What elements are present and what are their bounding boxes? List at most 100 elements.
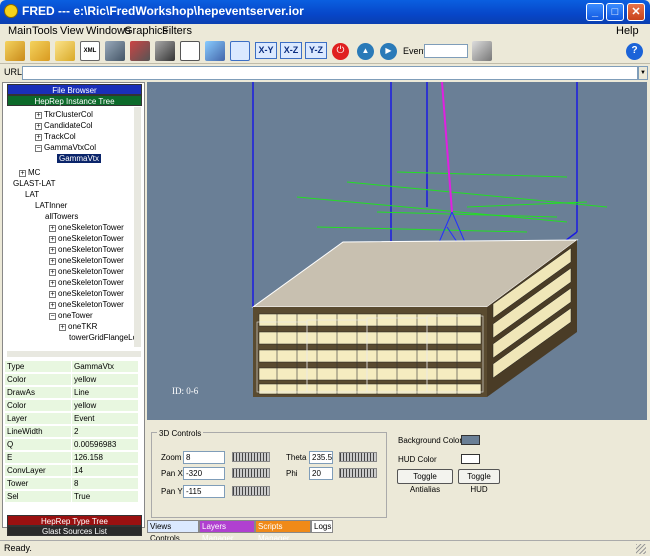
menu-bar: Main Tools View Windows Graphics Filters… <box>0 24 650 40</box>
pan-y-slider[interactable] <box>232 486 270 496</box>
phi-slider[interactable] <box>339 468 377 478</box>
calendar-icon[interactable] <box>230 41 250 61</box>
tree-node[interactable]: + oneSkeletonTower <box>49 278 124 287</box>
tree-node[interactable]: + oneSkeletonTower <box>49 256 124 265</box>
tree-node[interactable]: + oneTKR <box>59 322 97 331</box>
sources-list-header[interactable]: Glast Sources List <box>7 526 142 536</box>
zoom-slider[interactable] <box>232 452 270 462</box>
tree-node[interactable]: + oneSkeletonTower <box>49 289 124 298</box>
document-icon[interactable] <box>180 41 200 61</box>
tree-node[interactable]: + oneSkeletonTower <box>49 234 124 243</box>
help-icon[interactable]: ? <box>626 43 643 60</box>
open-folder-icon[interactable] <box>55 41 75 61</box>
hud-color-label: HUD Color <box>398 455 437 464</box>
menu-tools[interactable]: Tools <box>32 25 58 37</box>
next-event-icon[interactable]: ▶ <box>380 43 397 60</box>
3d-viewport[interactable]: ID: 0-6 <box>147 82 647 420</box>
prop-key: Layer <box>5 413 71 424</box>
prop-key: Tower <box>5 478 71 489</box>
theta-slider[interactable] <box>339 452 377 462</box>
event-input[interactable] <box>424 44 468 58</box>
resize-grip-icon[interactable] <box>636 544 646 554</box>
save-icon[interactable] <box>105 41 125 61</box>
camera-icon[interactable] <box>155 41 175 61</box>
prop-key: Sel <box>5 491 71 502</box>
tree-node-selected[interactable]: GammaVtx <box>57 154 102 163</box>
tree-node[interactable]: − oneTower <box>49 311 93 320</box>
event-go-icon[interactable] <box>472 41 492 61</box>
tree-node[interactable]: + TkrClusterCol <box>35 110 93 119</box>
tools-icon[interactable] <box>130 41 150 61</box>
tree-node[interactable]: allTowers <box>45 212 78 221</box>
pencil-icon[interactable] <box>205 41 225 61</box>
background-color-swatch[interactable] <box>461 435 480 445</box>
3d-controls-label: 3D Controls <box>157 429 204 438</box>
tab-logs[interactable]: Logs <box>311 520 333 533</box>
background-color-label: Background Color <box>398 436 463 445</box>
tree-scrollbar[interactable] <box>134 107 141 347</box>
url-input[interactable] <box>22 66 638 80</box>
pan-x-slider[interactable] <box>232 468 270 478</box>
tab-views-controls[interactable]: Views Controls <box>147 520 199 543</box>
prop-key: Color <box>5 400 71 411</box>
status-bar: Ready. <box>0 540 650 556</box>
phi-label: Phi <box>286 469 298 478</box>
yz-view-button[interactable]: Y-Z <box>305 42 327 59</box>
app-icon <box>4 4 18 18</box>
toggle-hud-button[interactable]: Toggle HUD <box>458 469 500 494</box>
menu-main[interactable]: Main <box>8 25 32 37</box>
stop-icon[interactable]: ⏻ <box>332 43 349 60</box>
toggle-antialias-button[interactable]: Toggle Antialias <box>397 469 453 494</box>
tree-node[interactable]: + oneSkeletonTower <box>49 300 124 309</box>
tree-node[interactable]: GLAST-LAT <box>13 179 56 188</box>
hud-color-swatch[interactable] <box>461 454 480 464</box>
pan-y-label: Pan Y <box>161 487 183 496</box>
tree-node[interactable]: + oneSkeletonTower <box>49 245 124 254</box>
open-file-icon[interactable] <box>5 41 25 61</box>
tree-node[interactable]: − GammaVtxCol <box>35 143 96 152</box>
tree-node[interactable]: towerGridFlangeLong <box>69 333 139 342</box>
menu-filters[interactable]: Filters <box>162 25 192 37</box>
tree-node[interactable]: + oneSkeletonTower <box>49 267 124 276</box>
close-button[interactable]: ✕ <box>627 3 645 21</box>
menu-view[interactable]: View <box>60 25 84 37</box>
minimize-button[interactable]: _ <box>586 3 604 21</box>
theta-input[interactable]: 235.5 <box>309 451 333 464</box>
controls-panel: 3D Controls Zoom 8 Pan X -320 Pan Y -115… <box>147 420 647 520</box>
pan-x-input[interactable]: -320 <box>183 467 225 480</box>
zoom-label: Zoom <box>161 453 182 462</box>
pan-x-label: Pan X <box>161 469 183 478</box>
previous-event-icon[interactable]: ▲ <box>357 43 374 60</box>
maximize-button[interactable]: □ <box>606 3 624 21</box>
zoom-input[interactable]: 8 <box>183 451 225 464</box>
prop-value: 8 <box>72 478 138 489</box>
pan-y-input[interactable]: -115 <box>183 485 225 498</box>
tree-node[interactable]: + CandidateCol <box>35 121 92 130</box>
view-id-label: ID: 0-6 <box>172 386 199 396</box>
xml-icon[interactable]: XML <box>80 41 100 61</box>
tree-node[interactable]: + oneSkeletonTower <box>49 223 124 232</box>
folder-icon[interactable] <box>30 41 50 61</box>
instance-tree-header[interactable]: HepRep Instance Tree <box>7 95 142 106</box>
tree-node[interactable]: + TrackCol <box>35 132 76 141</box>
theta-label: Theta <box>286 453 307 462</box>
toolbar: XML X-Y X-Z Y-Z ⏻ ▲ ▶ Event ? <box>0 40 650 64</box>
type-tree-header[interactable]: HepRep Type Tree <box>7 515 142 526</box>
tree-node[interactable]: LATInner <box>35 201 67 210</box>
menu-help[interactable]: Help <box>616 25 639 37</box>
tree-node[interactable]: + MC <box>19 168 40 177</box>
event-label: Event <box>403 46 427 56</box>
left-pane: File Browser HepRep Instance Tree + TkrCl… <box>2 82 145 536</box>
phi-input[interactable]: 20 <box>309 467 333 480</box>
prop-key: E <box>5 452 71 463</box>
tab-layers-manager[interactable]: Layers Manager <box>199 520 255 543</box>
tree-hscrollbar[interactable] <box>7 351 141 357</box>
prop-value: 0.00596983 <box>72 439 138 450</box>
xy-view-button[interactable]: X-Y <box>255 42 277 59</box>
tree-node[interactable]: LAT <box>25 190 39 199</box>
tab-scripts-manager[interactable]: Scripts Manager <box>255 520 311 543</box>
file-browser-header[interactable]: File Browser <box>7 84 142 95</box>
xz-view-button[interactable]: X-Z <box>280 42 302 59</box>
url-dropdown-icon[interactable]: ▼ <box>638 66 648 80</box>
status-text: Ready. <box>4 543 32 553</box>
